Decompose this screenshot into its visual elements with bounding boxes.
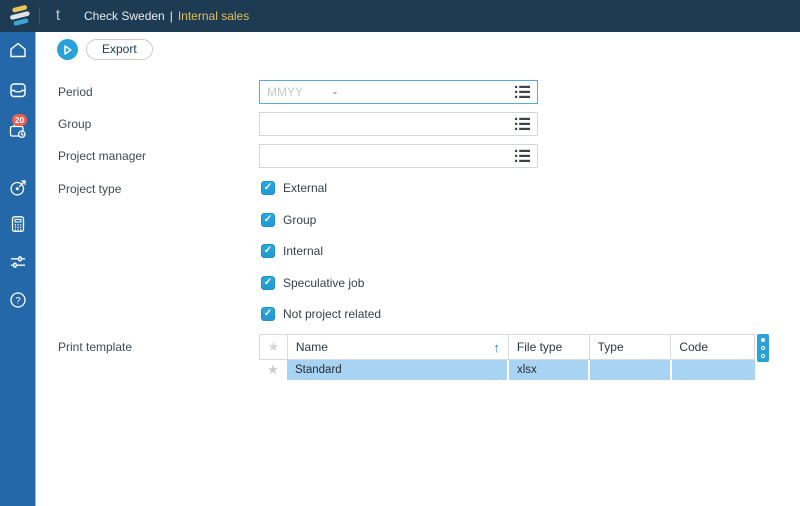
topbar: t Check Sweden | Internal sales [0,0,800,32]
handle-dot [761,346,765,350]
checkbox-not-project-related[interactable]: ✓ Not project related [261,306,381,321]
checkbox-icon: ✓ [261,307,275,321]
report-name: Internal sales [178,9,249,23]
lookup-list-icon[interactable] [515,85,530,99]
play-icon [62,44,73,56]
title-separator: | [170,9,173,23]
handle-dot [761,354,765,358]
lookup-list-icon[interactable] [515,149,530,163]
svg-text:?: ? [15,296,20,307]
period-label: Period [58,85,93,99]
project-manager-label: Project manager [58,149,146,163]
checkbox-icon: ✓ [261,213,275,227]
row-cell-file-type[interactable]: xlsx [509,360,590,380]
row-cell-name[interactable]: Standard [287,360,509,380]
handle-dot [761,338,765,342]
workspace-title: Check Sweden | Internal sales [84,0,249,32]
checkbox-icon: ✓ [261,181,275,195]
row-cell-code[interactable] [672,360,755,380]
checkbox-external[interactable]: ✓ External [261,180,327,195]
group-input[interactable] [267,117,515,131]
workspace-name: Check Sweden [84,9,165,23]
period-to-input[interactable] [343,85,515,99]
jobs-badge: 20 [12,114,27,126]
table-options-handle[interactable] [757,334,769,362]
topbar-divider [39,7,40,25]
target-icon [8,178,28,198]
lookup-list-icon[interactable] [515,117,530,131]
sidebar-item-targets[interactable] [0,176,36,200]
checkbox-label: Internal [283,244,323,258]
sidebar-item-inbox[interactable] [0,78,36,102]
checkbox-label: Speculative job [283,276,364,290]
period-from-input[interactable] [267,85,319,99]
checkbox-icon: ✓ [261,244,275,258]
column-header-name[interactable]: Name ↑ [288,335,509,359]
checkbox-internal[interactable]: ✓ Internal [261,243,323,258]
column-header-code[interactable]: Code [671,335,754,359]
row-favorite-cell[interactable]: ★ [259,360,287,380]
sidebar-item-calculator[interactable] [0,212,36,236]
column-header-file-type[interactable]: File type [509,335,590,359]
star-icon: ★ [268,339,280,355]
period-field[interactable]: - [259,80,538,104]
sidebar: 20 ? [0,32,36,506]
row-cell-type[interactable] [590,360,672,380]
checkbox-speculative-job[interactable]: ✓ Speculative job [261,275,364,290]
column-header-type[interactable]: Type [590,335,672,359]
sidebar-item-home[interactable] [0,38,36,62]
sort-ascending-icon[interactable]: ↑ [493,340,500,355]
calculator-icon [8,214,28,234]
checkbox-group[interactable]: ✓ Group [261,212,316,227]
checkbox-icon: ✓ [261,276,275,290]
sidebar-item-help[interactable]: ? [0,288,36,312]
inbox-icon [8,80,28,100]
app-logo-icon [6,3,34,29]
favorite-column-header[interactable]: ★ [260,335,288,359]
project-type-label: Project type [58,182,121,196]
checkbox-label: External [283,181,327,195]
sliders-icon [8,252,28,272]
project-manager-input[interactable] [267,149,515,163]
project-manager-field[interactable] [259,144,538,168]
print-template-label: Print template [58,340,132,354]
period-range-separator: - [333,85,337,99]
workspace-tab-icon[interactable]: t [49,4,67,28]
sidebar-item-jobs[interactable]: 20 [0,118,36,142]
group-field[interactable] [259,112,538,136]
checkbox-label: Group [283,213,316,227]
run-report-button[interactable] [57,39,78,60]
table-row[interactable]: ★ Standard xlsx [259,360,755,380]
checkbox-label: Not project related [283,307,381,321]
group-label: Group [58,117,91,131]
export-button[interactable]: Export [86,39,153,60]
sidebar-item-settings[interactable] [0,250,36,274]
home-icon [8,40,28,60]
help-icon: ? [8,290,28,310]
star-icon: ★ [267,362,279,378]
table-header-row: ★ Name ↑ File type Type Code [259,334,755,360]
print-template-table: ★ Name ↑ File type Type Code ★ Standard … [259,334,755,380]
